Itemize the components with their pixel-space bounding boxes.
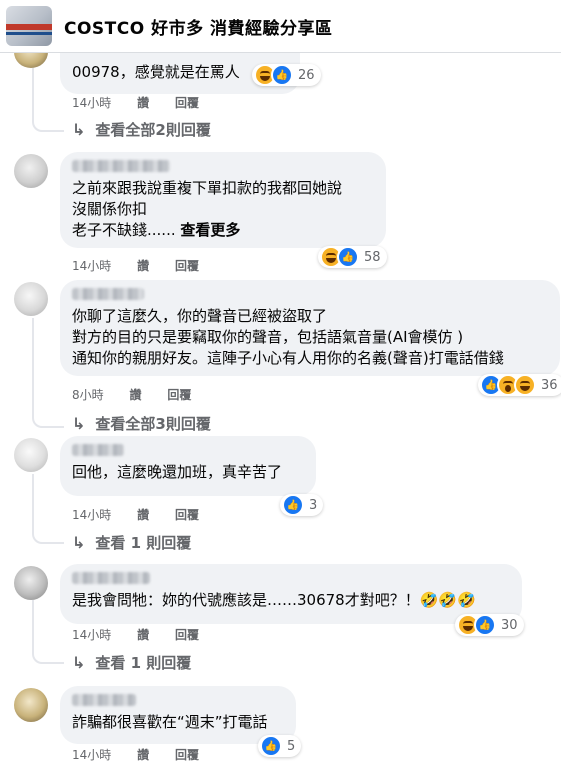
view-replies-label: 查看全部2則回覆 [95, 121, 211, 139]
commenter-name-blurred[interactable] [72, 288, 144, 300]
avatar[interactable] [14, 282, 48, 316]
like-action[interactable]: 讚 [137, 628, 149, 642]
comment-bubble: 回他，這麼晚還加班，真辛苦了 [60, 436, 316, 496]
comment-meta: 14小時 讚 回覆 [72, 746, 221, 763]
commenter-name-blurred[interactable] [72, 444, 124, 456]
avatar[interactable] [14, 688, 48, 722]
group-header: COSTCO 好市多 消費經驗分享區 [0, 0, 561, 53]
comment-time[interactable]: 14小時 [72, 508, 111, 522]
commenter-name-blurred[interactable] [72, 160, 170, 172]
reaction-count: 30 [501, 617, 518, 633]
reply-action[interactable]: 回覆 [175, 96, 199, 110]
reaction-summary[interactable]: 👍 26 [252, 64, 321, 86]
reaction-summary[interactable]: 👍 36 [478, 374, 561, 396]
avatar[interactable] [14, 438, 48, 472]
reaction-summary[interactable]: 👍 3 [280, 494, 324, 516]
like-reaction-icon: 👍 [282, 494, 304, 516]
comment-text: 之前來跟我說重複下單扣款的我都回她說 [72, 179, 343, 197]
like-reaction-icon: 👍 [474, 614, 496, 636]
view-replies-label: 查看 1 則回覆 [95, 534, 192, 552]
commenter-name-blurred[interactable] [72, 572, 150, 584]
commenter-name-blurred[interactable] [72, 694, 136, 706]
like-action[interactable]: 讚 [137, 259, 149, 273]
reply-arrow-icon: ↳ [72, 533, 86, 552]
view-replies-label: 查看全部3則回覆 [95, 415, 211, 433]
reply-arrow-icon: ↳ [72, 414, 86, 433]
comment-text: 沒關係你扣 [72, 200, 148, 218]
comment-time[interactable]: 14小時 [72, 628, 111, 642]
reply-arrow-icon: ↳ [72, 653, 86, 672]
comment-meta: 14小時 讚 回覆 [72, 94, 221, 111]
thread-line [32, 474, 34, 522]
comment-time[interactable]: 14小時 [72, 96, 111, 110]
thread-line [32, 108, 64, 132]
thread-line [32, 404, 64, 428]
view-replies-link[interactable]: ↳ 查看 1 則回覆 [72, 532, 191, 553]
thread-line [32, 520, 64, 544]
like-reaction-icon: 👍 [260, 735, 282, 757]
comment-text: 回他，這麼晚還加班，真辛苦了 [72, 463, 283, 481]
reply-action[interactable]: 回覆 [167, 388, 191, 402]
group-title[interactable]: COSTCO 好市多 消費經驗分享區 [64, 14, 333, 39]
group-cover-image[interactable] [6, 6, 52, 46]
reply-action[interactable]: 回覆 [175, 259, 199, 273]
view-replies-label: 查看 1 則回覆 [95, 654, 192, 672]
reaction-summary[interactable]: 👍 58 [318, 246, 387, 268]
comment-meta: 14小時 讚 回覆 [72, 257, 221, 274]
comment-bubble: 你聊了這麼久，你的聲音已經被盜取了 對方的目的只是要竊取你的聲音，包括語氣音量(… [60, 280, 560, 376]
reaction-count: 5 [287, 738, 296, 754]
reaction-summary[interactable]: 👍 30 [455, 614, 524, 636]
comment-text: 你聊了這麼久，你的聲音已經被盜取了 [72, 307, 328, 325]
reply-arrow-icon: ↳ [72, 120, 86, 139]
reaction-summary[interactable]: 👍 5 [258, 735, 302, 757]
like-action[interactable]: 讚 [137, 748, 149, 762]
comment-text: 通知你的親朋好友。這陣子小心有人用你的名義(聲音)打電話借錢 [72, 349, 504, 367]
comment-time[interactable]: 14小時 [72, 748, 111, 762]
like-action[interactable]: 讚 [137, 508, 149, 522]
reply-action[interactable]: 回覆 [175, 628, 199, 642]
comment-bubble: 是我會問牠：妳的代號應該是……30678才對吧？！🤣🤣🤣 [60, 564, 522, 624]
thread-line [32, 600, 34, 642]
view-replies-link[interactable]: ↳ 查看全部2則回覆 [72, 119, 211, 140]
comment-text: 對方的目的只是要竊取你的聲音，包括語氣音量(AI會模仿 ) [72, 328, 464, 346]
avatar[interactable] [14, 566, 48, 600]
comment-text: 是我會問牠：妳的代號應該是……30678才對吧？！🤣🤣🤣 [72, 591, 476, 609]
comment-bubble: 之前來跟我說重複下單扣款的我都回她說 沒關係你扣 老子不缺錢...... 查看更… [60, 152, 386, 248]
comment-time[interactable]: 14小時 [72, 259, 111, 273]
reaction-count: 58 [364, 249, 381, 265]
like-action[interactable]: 讚 [137, 96, 149, 110]
thread-line [32, 640, 64, 664]
view-replies-link[interactable]: ↳ 查看全部3則回覆 [72, 413, 211, 434]
see-more-link[interactable]: 查看更多 [180, 221, 240, 239]
avatar[interactable] [14, 154, 48, 188]
reply-action[interactable]: 回覆 [175, 508, 199, 522]
view-replies-link[interactable]: ↳ 查看 1 則回覆 [72, 652, 191, 673]
comment-text: 詐騙都很喜歡在“週末”打電話 [72, 713, 268, 731]
comment-meta: 14小時 讚 回覆 [72, 626, 221, 643]
comment-meta: 8小時 讚 回覆 [72, 386, 213, 403]
comment-text: 老子不缺錢...... 查看更多 [72, 221, 241, 239]
comment-time[interactable]: 8小時 [72, 388, 104, 402]
like-action[interactable]: 讚 [129, 388, 141, 402]
comment-meta: 14小時 讚 回覆 [72, 506, 221, 523]
comment-bubble: 詐騙都很喜歡在“週末”打電話 [60, 686, 296, 744]
reaction-count: 26 [298, 67, 315, 83]
reaction-count: 36 [541, 377, 558, 393]
like-reaction-icon: 👍 [271, 64, 293, 86]
haha-reaction-icon [514, 374, 536, 396]
like-reaction-icon: 👍 [337, 246, 359, 268]
reaction-count: 3 [309, 497, 318, 513]
reply-action[interactable]: 回覆 [175, 748, 199, 762]
thread-line [32, 318, 34, 406]
